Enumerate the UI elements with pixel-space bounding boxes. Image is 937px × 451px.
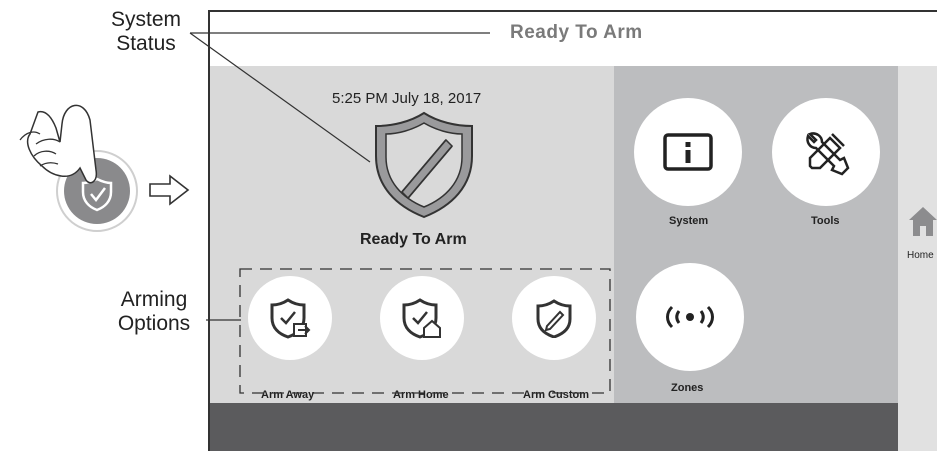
annotation-leader-lines [189, 32, 490, 321]
